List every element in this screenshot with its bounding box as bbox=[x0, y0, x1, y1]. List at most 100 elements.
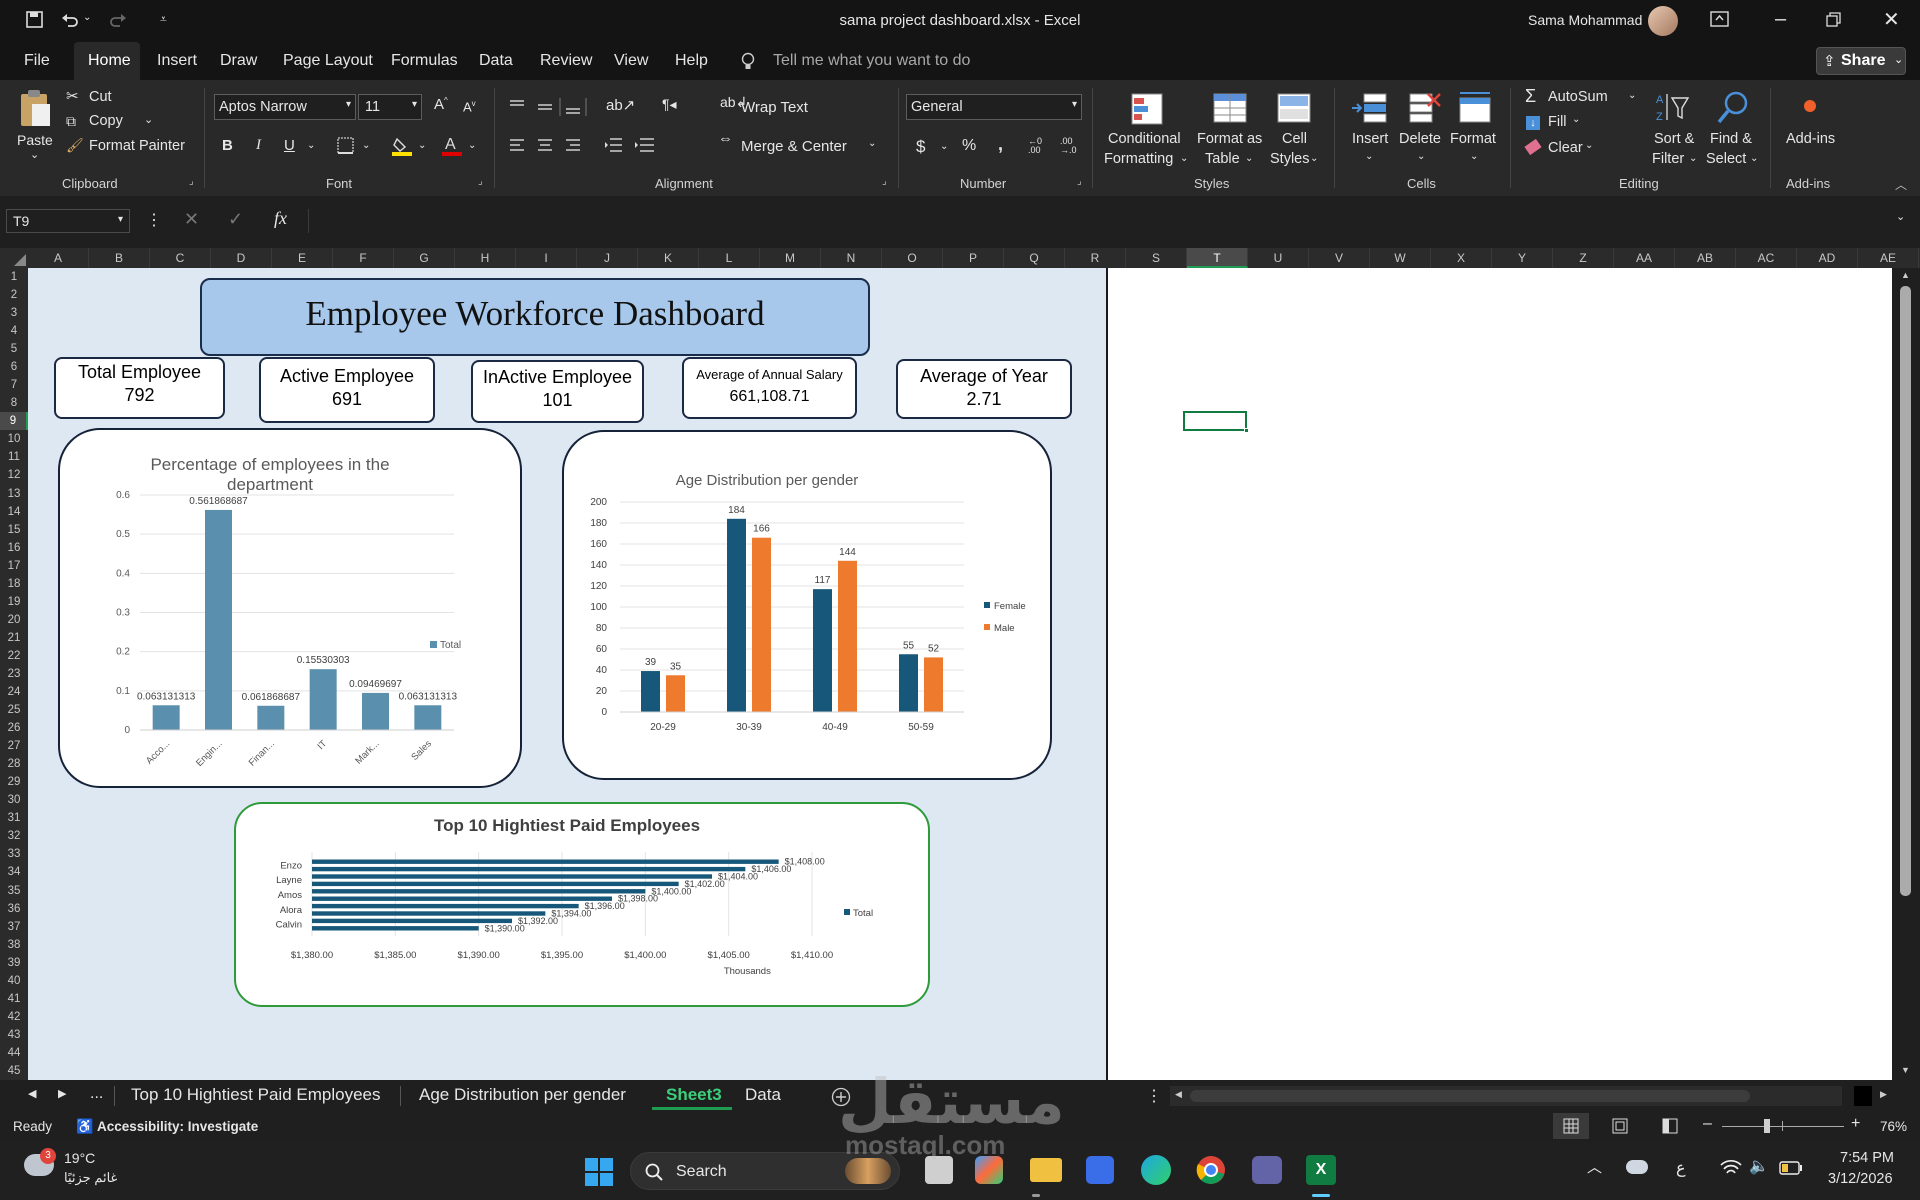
zoom-in-icon[interactable]: + bbox=[1851, 1115, 1860, 1133]
menu-data[interactable]: Data bbox=[479, 52, 513, 70]
row-header-14[interactable]: 14 bbox=[0, 503, 28, 521]
column-header-j[interactable]: J bbox=[577, 248, 638, 268]
column-header-ae[interactable]: AE bbox=[1858, 248, 1919, 268]
indent-icons[interactable] bbox=[604, 136, 660, 156]
tabs-splitter-icon[interactable]: ⋮ bbox=[1146, 1086, 1162, 1106]
scroll-up-icon[interactable]: ▲ bbox=[1901, 270, 1910, 280]
zoom-out-icon[interactable]: – bbox=[1703, 1115, 1712, 1133]
column-header-w[interactable]: W bbox=[1370, 248, 1431, 268]
tab-sheet3-active[interactable]: Sheet3 bbox=[652, 1080, 732, 1110]
clock-time[interactable]: 7:54 PM bbox=[1840, 1150, 1894, 1166]
column-header-o[interactable]: O bbox=[882, 248, 943, 268]
clipboard-launcher-icon[interactable]: ⌟ bbox=[189, 176, 194, 187]
row-header-34[interactable]: 34 bbox=[0, 863, 28, 881]
currency-dropdown-icon[interactable]: ⌄ bbox=[940, 141, 948, 152]
column-header-v[interactable]: V bbox=[1309, 248, 1370, 268]
underline-dropdown-icon[interactable]: ⌄ bbox=[307, 140, 315, 151]
row-header-39[interactable]: 39 bbox=[0, 954, 28, 972]
cell-styles-icon[interactable] bbox=[1276, 92, 1316, 128]
currency-button[interactable]: $ bbox=[916, 137, 925, 157]
column-header-l[interactable]: L bbox=[699, 248, 760, 268]
insert-function-button[interactable]: fx bbox=[274, 208, 287, 229]
zoom-slider-thumb[interactable] bbox=[1764, 1119, 1770, 1133]
increase-font-icon[interactable]: A^ bbox=[434, 96, 448, 113]
row-header-6[interactable]: 6 bbox=[0, 358, 28, 376]
insert-cells-dropdown-icon[interactable]: ⌄ bbox=[1365, 151, 1373, 162]
autosum-dropdown-icon[interactable]: ⌄ bbox=[1628, 90, 1636, 101]
delete-cells-icon[interactable] bbox=[1404, 90, 1444, 126]
scroll-down-icon[interactable]: ▼ bbox=[1901, 1065, 1910, 1075]
menu-page-layout[interactable]: Page Layout bbox=[283, 52, 373, 70]
onedrive-icon[interactable] bbox=[1626, 1160, 1648, 1174]
row-header-15[interactable]: 15 bbox=[0, 521, 28, 539]
sort-filter-dropdown-icon[interactable]: ⌄ bbox=[1689, 153, 1697, 164]
row-header-28[interactable]: 28 bbox=[0, 755, 28, 773]
row-header-40[interactable]: 40 bbox=[0, 972, 28, 990]
row-header-26[interactable]: 26 bbox=[0, 719, 28, 737]
find-select-label-2[interactable]: Select bbox=[1706, 151, 1746, 167]
row-header-17[interactable]: 17 bbox=[0, 557, 28, 575]
confirm-entry-icon[interactable]: ✓ bbox=[228, 209, 243, 230]
cut-button[interactable]: Cut bbox=[89, 89, 112, 105]
wifi-icon[interactable] bbox=[1720, 1159, 1742, 1177]
scroll-left-icon[interactable]: ◀ bbox=[1175, 1089, 1182, 1100]
row-header-19[interactable]: 19 bbox=[0, 593, 28, 611]
insert-cells-icon[interactable] bbox=[1350, 90, 1390, 126]
teams-icon[interactable] bbox=[1252, 1156, 1282, 1184]
column-header-ad[interactable]: AD bbox=[1797, 248, 1858, 268]
row-header-1[interactable]: 1 bbox=[0, 268, 28, 286]
column-header-h[interactable]: H bbox=[455, 248, 516, 268]
conditional-formatting-dropdown-icon[interactable]: ⌄ bbox=[1180, 153, 1188, 164]
font-color-icon[interactable]: A bbox=[441, 134, 463, 158]
copy-button[interactable]: Copy bbox=[89, 113, 123, 129]
tell-me-search[interactable]: Tell me what you want to do bbox=[773, 52, 970, 70]
zoom-slider-track[interactable] bbox=[1722, 1126, 1844, 1127]
row-header-22[interactable]: 22 bbox=[0, 647, 28, 665]
column-header-y[interactable]: Y bbox=[1492, 248, 1553, 268]
format-cells-icon[interactable] bbox=[1456, 90, 1496, 126]
row-header-29[interactable]: 29 bbox=[0, 773, 28, 791]
row-header-21[interactable]: 21 bbox=[0, 629, 28, 647]
column-header-a[interactable]: A bbox=[28, 248, 89, 268]
row-header-2[interactable]: 2 bbox=[0, 286, 28, 304]
horizontal-scroll-thumb[interactable] bbox=[1190, 1090, 1750, 1102]
windows-start-icon[interactable] bbox=[585, 1158, 613, 1186]
format-cells-button[interactable]: Format bbox=[1450, 131, 1496, 147]
find-select-icon[interactable] bbox=[1716, 90, 1754, 126]
increase-decimal-icon[interactable]: ←0.00 bbox=[1028, 137, 1042, 155]
column-header-b[interactable]: B bbox=[89, 248, 150, 268]
row-header-4[interactable]: 4 bbox=[0, 322, 28, 340]
column-header-m[interactable]: M bbox=[760, 248, 821, 268]
normal-view-button[interactable] bbox=[1553, 1113, 1589, 1139]
excel-taskbar-icon[interactable]: X bbox=[1306, 1155, 1336, 1185]
add-ins-button[interactable]: Add-ins bbox=[1786, 131, 1835, 147]
column-header-t[interactable]: T bbox=[1187, 248, 1248, 268]
column-header-z[interactable]: Z bbox=[1553, 248, 1614, 268]
column-header-k[interactable]: K bbox=[638, 248, 699, 268]
row-header-3[interactable]: 3 bbox=[0, 304, 28, 322]
bold-button[interactable]: B bbox=[222, 137, 233, 154]
horizontal-align-icons[interactable] bbox=[508, 138, 598, 154]
menu-review[interactable]: Review bbox=[540, 52, 592, 70]
format-cells-dropdown-icon[interactable]: ⌄ bbox=[1470, 151, 1478, 162]
format-as-table-dropdown-icon[interactable]: ⌄ bbox=[1245, 153, 1253, 164]
tab-top-10-paid[interactable]: Top 10 Hightiest Paid Employees bbox=[131, 1085, 380, 1105]
format-as-table-icon[interactable] bbox=[1212, 92, 1252, 128]
copy-dropdown-icon[interactable]: ⌄ bbox=[144, 113, 153, 126]
share-button[interactable]: ⇪ Share ⌄ bbox=[1816, 47, 1906, 75]
zoom-level[interactable]: 76% bbox=[1880, 1119, 1907, 1134]
add-ins-icon[interactable] bbox=[1804, 100, 1816, 112]
edge-icon[interactable] bbox=[1141, 1155, 1171, 1185]
file-explorer-icon[interactable] bbox=[1030, 1158, 1062, 1182]
close-icon[interactable]: ✕ bbox=[1883, 7, 1900, 32]
clock-date[interactable]: 3/12/2026 bbox=[1828, 1171, 1893, 1187]
menu-formulas[interactable]: Formulas bbox=[391, 52, 458, 70]
row-header-12[interactable]: 12 bbox=[0, 466, 28, 484]
row-header-35[interactable]: 35 bbox=[0, 882, 28, 900]
cell-styles-dropdown-icon[interactable]: ⌄ bbox=[1310, 153, 1318, 164]
column-header-x[interactable]: X bbox=[1431, 248, 1492, 268]
borders-icon[interactable] bbox=[337, 137, 355, 155]
top-paid-employees-chart[interactable]: Top 10 Hightiest Paid Employees $1,380.0… bbox=[234, 802, 930, 1007]
row-header-36[interactable]: 36 bbox=[0, 900, 28, 918]
clear-button[interactable]: Clear bbox=[1548, 140, 1583, 156]
